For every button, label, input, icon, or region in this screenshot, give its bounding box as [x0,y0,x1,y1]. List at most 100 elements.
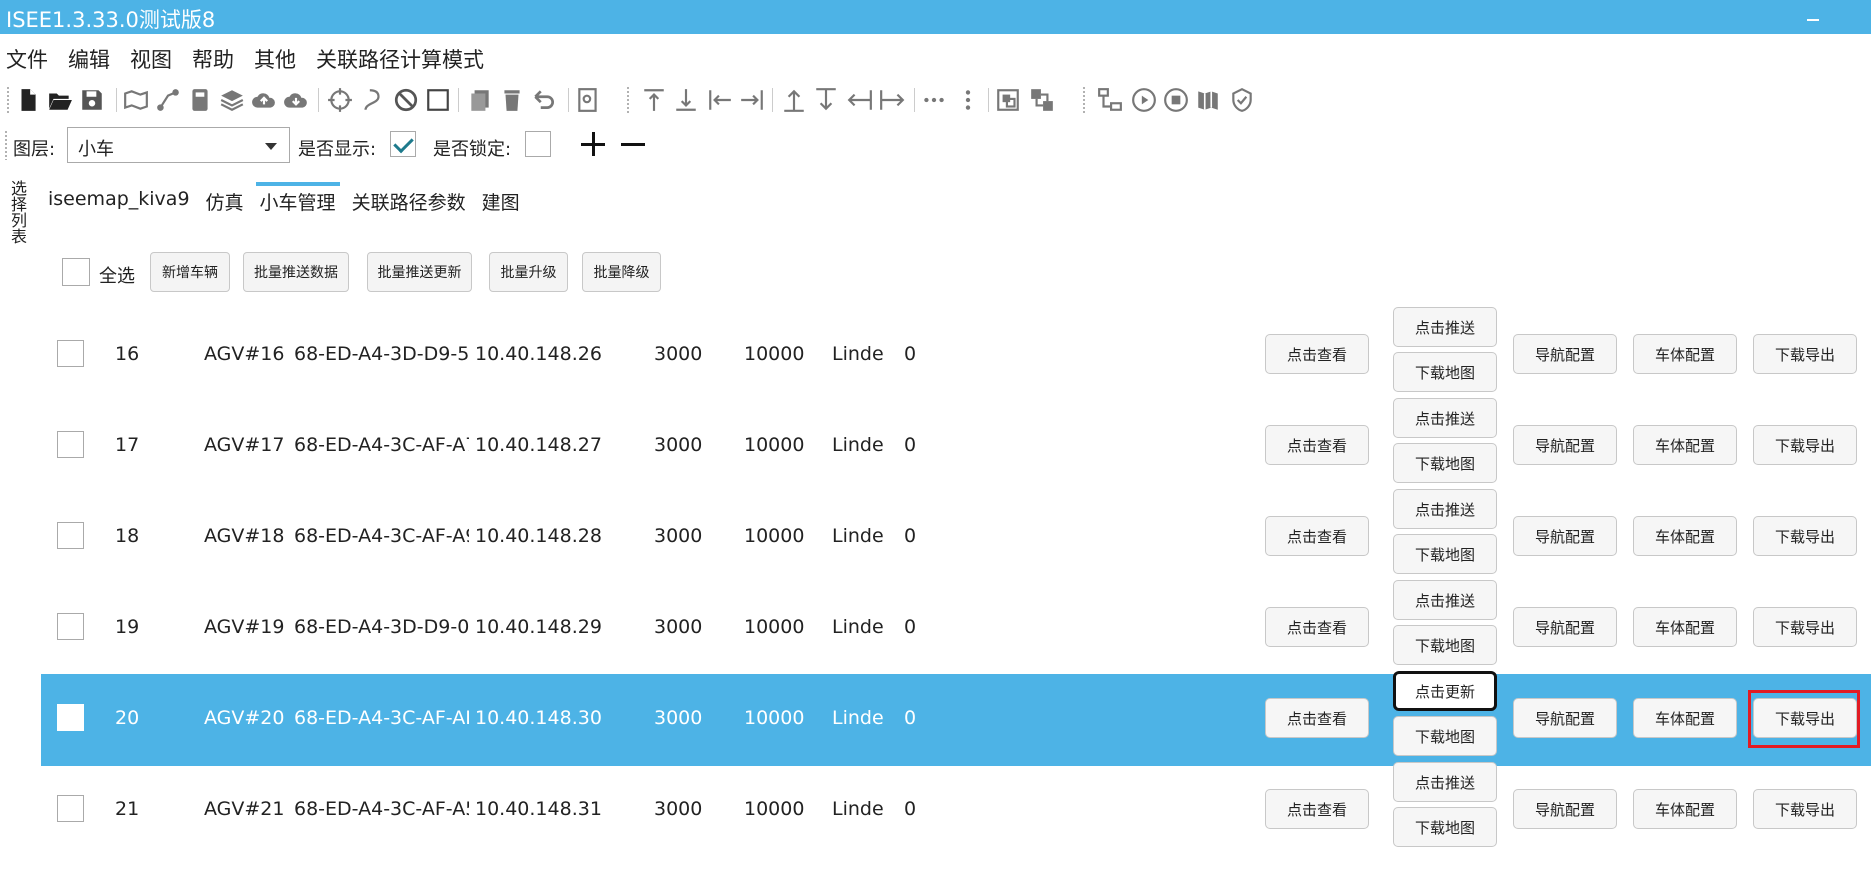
select-all-checkbox[interactable] [62,258,90,286]
map-icon[interactable] [122,86,150,114]
body-config-button[interactable]: 车体配置 [1633,789,1737,829]
calculator-icon[interactable] [186,86,214,114]
distribute-up-icon[interactable] [780,86,808,114]
tab-mapping[interactable]: 建图 [478,184,524,224]
toolbar-grip[interactable] [6,86,10,114]
table-row[interactable]: 17 AGV#17 68-ED-A4-3C-AF-A7 10.40.148.27 300… [41,398,1871,493]
nav-config-button[interactable]: 导航配置 [1513,334,1617,374]
table-row[interactable]: 20 AGV#20 68-ED-A4-3C-AF-AD 10.40.148.30 300… [41,671,1871,766]
find-icon[interactable] [574,86,602,114]
forbid-icon[interactable] [392,86,420,114]
view-button[interactable]: 点击查看 [1265,334,1369,374]
side-tab-select-list[interactable]: 选择列表 [4,180,27,244]
square-icon[interactable] [424,86,452,114]
align-right-icon[interactable] [738,86,766,114]
undo-icon[interactable] [530,86,558,114]
table-row[interactable]: 16 AGV#16 68-ED-A4-3D-D9-51 10.40.148.26 300… [41,307,1871,402]
view-button[interactable]: 点击查看 [1265,516,1369,556]
menu-other[interactable]: 其他 [248,40,302,76]
batch-push-data-button[interactable]: 批量推送数据 [243,252,349,292]
row-checkbox[interactable] [57,795,84,822]
align-bottom-icon[interactable] [672,86,700,114]
row-checkbox[interactable] [57,704,84,731]
new-file-icon[interactable] [14,86,42,114]
delete-icon[interactable] [498,86,526,114]
ungroup-icon[interactable] [1028,86,1056,114]
menu-edit[interactable]: 编辑 [62,40,116,76]
lock-checkbox[interactable] [525,131,551,157]
push-button[interactable]: 点击推送 [1393,580,1497,620]
more-vertical-icon[interactable] [954,86,982,114]
body-config-button[interactable]: 车体配置 [1633,425,1737,465]
export-button[interactable]: 下载导出 [1753,334,1857,374]
download-map-button[interactable]: 下载地图 [1393,443,1497,483]
minimize-button[interactable] [1802,4,1824,30]
show-checkbox[interactable] [390,131,416,157]
align-left-icon[interactable] [706,86,734,114]
row-checkbox[interactable] [57,431,84,458]
add-vehicle-button[interactable]: 新增车辆 [150,252,230,292]
body-config-button[interactable]: 车体配置 [1633,607,1737,647]
nav-config-button[interactable]: 导航配置 [1513,425,1617,465]
nav-config-button[interactable]: 导航配置 [1513,789,1617,829]
tab-path-params[interactable]: 关联路径参数 [348,184,470,224]
view-button[interactable]: 点击查看 [1265,789,1369,829]
row-checkbox[interactable] [57,613,84,640]
menu-help[interactable]: 帮助 [186,40,240,76]
cloud-download-icon[interactable] [282,86,310,114]
export-button[interactable]: 下载导出 [1753,425,1857,465]
download-map-button[interactable]: 下载地图 [1393,625,1497,665]
body-config-button[interactable]: 车体配置 [1633,698,1737,738]
download-map-button[interactable]: 下载地图 [1393,534,1497,574]
menu-view[interactable]: 视图 [124,40,178,76]
more-horizontal-icon[interactable] [920,86,948,114]
batch-upgrade-button[interactable]: 批量升级 [489,252,568,292]
group-icon[interactable] [994,86,1022,114]
shield-check-icon[interactable] [1228,86,1256,114]
row-checkbox[interactable] [57,340,84,367]
view-button[interactable]: 点击查看 [1265,607,1369,647]
distribute-horizontal-2-icon[interactable] [878,86,906,114]
maximize-button[interactable] [1840,4,1862,30]
cloud-upload-icon[interactable] [250,86,278,114]
tab-vehicle-management[interactable]: 小车管理 [255,182,340,224]
nav-config-button[interactable]: 导航配置 [1513,698,1617,738]
export-button[interactable]: 下载导出 [1753,607,1857,647]
add-layer-icon[interactable] [577,128,609,160]
align-top-icon[interactable] [640,86,668,114]
curve-icon[interactable] [358,86,386,114]
download-map-button[interactable]: 下载地图 [1393,716,1497,756]
remove-layer-icon[interactable] [617,128,649,160]
table-row[interactable]: 21 AGV#21 68-ED-A4-3C-AF-A5 10.40.148.31 300… [41,762,1871,857]
distribute-down-icon[interactable] [812,86,840,114]
table-row[interactable]: 18 AGV#18 68-ED-A4-3C-AF-A9 10.40.148.28 300… [41,489,1871,584]
crosshair-icon[interactable] [326,86,354,114]
play-icon[interactable] [1130,86,1158,114]
row-checkbox[interactable] [57,522,84,549]
download-map-button[interactable]: 下载地图 [1393,352,1497,392]
nav-config-button[interactable]: 导航配置 [1513,516,1617,556]
open-folder-icon[interactable] [46,86,74,114]
batch-downgrade-button[interactable]: 批量降级 [582,252,661,292]
push-button[interactable]: 点击推送 [1393,762,1497,802]
body-config-button[interactable]: 车体配置 [1633,334,1737,374]
tab-simulation[interactable]: 仿真 [202,184,248,224]
table-row[interactable]: 19 AGV#19 68-ED-A4-3D-D9-09 10.40.148.29 300… [41,580,1871,675]
push-button[interactable]: 点击推送 [1393,307,1497,347]
tab-iseemap-kiva9[interactable]: iseemap_kiva9 [44,184,194,224]
save-icon[interactable] [78,86,106,114]
menu-file[interactable]: 文件 [0,40,54,76]
download-map-button[interactable]: 下载地图 [1393,807,1497,847]
view-button[interactable]: 点击查看 [1265,698,1369,738]
view-button[interactable]: 点击查看 [1265,425,1369,465]
network-icon[interactable] [1096,86,1124,114]
layer-select[interactable]: 小车 [67,127,290,163]
batch-push-update-button[interactable]: 批量推送更新 [367,252,472,292]
export-button[interactable]: 下载导出 [1753,789,1857,829]
copy-icon[interactable] [466,86,494,114]
export-button[interactable]: 下载导出 [1753,516,1857,556]
distribute-horizontal-icon[interactable] [846,86,874,114]
book-map-icon[interactable] [1194,86,1222,114]
stop-icon[interactable] [1162,86,1190,114]
layers-icon[interactable] [218,86,246,114]
